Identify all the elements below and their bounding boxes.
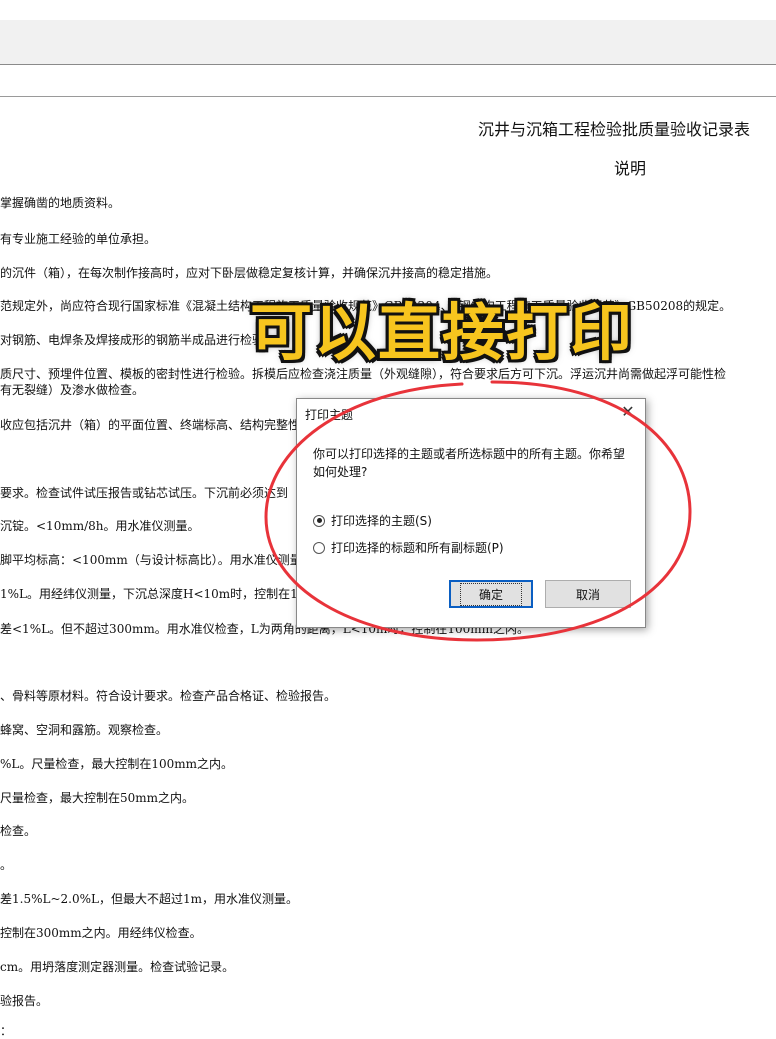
document-subtitle: 说明 <box>614 159 647 178</box>
option-print-selected-topic[interactable]: 打印选择的主题(S) <box>313 512 432 529</box>
doc-line: cm。用坍落度测定器测量。检查试验记录。 <box>0 960 235 974</box>
ok-button-label: 确定 <box>459 582 522 606</box>
doc-line: 掌握确凿的地质资料。 <box>0 196 121 210</box>
doc-line: 要求。检查试件试压报告或钻芯试压。下沉前必须达到 <box>0 486 289 500</box>
option-label: 打印选择的标题和所有副标题(P) <box>331 541 504 555</box>
doc-line: 沉锭。<10mm/8h。用水准仪测量。 <box>0 519 200 533</box>
ok-button[interactable]: 确定 <box>449 580 533 608</box>
doc-line: 有无裂缝）及渗水做检查。 <box>0 383 145 397</box>
dialog-title: 打印主题 <box>305 408 354 422</box>
viewer-toolbar <box>0 20 776 65</box>
doc-line: 尺量检查，最大控制在50mm之内。 <box>0 791 195 805</box>
option-print-heading-and-subtopics[interactable]: 打印选择的标题和所有副标题(P) <box>313 539 504 556</box>
overlay-caption: 可以直接打印 <box>250 296 635 369</box>
doc-line: 检查。 <box>0 824 37 838</box>
doc-line: ： <box>0 1024 13 1038</box>
doc-line: 收应包括沉井（箱）的平面位置、终端标高、结构完整性 <box>0 418 301 432</box>
doc-line: 的沉件（箱），在每次制作接高时，应对下卧层做稳定复核计算，并确保沉井接高的稳定措… <box>0 266 499 280</box>
close-icon[interactable]: ✕ <box>619 403 637 421</box>
doc-line: 1%L。用经纬仪测量，下沉总深度H<10m时，控制在1 <box>0 587 298 601</box>
dialog-message: 你可以打印选择的主题或者所选标题中的所有主题。你希望如何处理? <box>313 447 626 479</box>
doc-line: 、骨料等原材料。符合设计要求。检查产品合格证、检验报告。 <box>0 689 337 703</box>
doc-line: 蜂窝、空洞和露筋。观察检查。 <box>0 723 169 737</box>
doc-line: 对钢筋、电焊条及焊接成形的钢筋半成品进行检验。 <box>0 333 277 347</box>
window-top-strip <box>0 0 776 20</box>
radio-unselected-icon[interactable] <box>313 541 325 554</box>
document-title: 沉井与沉箱工程检验批质量验收记录表 <box>478 120 751 139</box>
doc-line: 脚平均标高：<100mm（与设计标高比）。用水准仪测量 <box>0 553 302 567</box>
radio-selected-icon[interactable] <box>313 514 325 527</box>
option-label: 打印选择的主题(S) <box>331 514 432 528</box>
doc-line: 控制在300mm之内。用经纬仪检查。 <box>0 926 202 940</box>
doc-line: 差1.5%L~2.0%L，但最大不超过1m，用水准仪测量。 <box>0 892 298 906</box>
cancel-button[interactable]: 取消 <box>545 580 631 608</box>
doc-line: 。 <box>0 858 13 872</box>
dialog-titlebar[interactable]: 打印主题 ✕ <box>297 399 645 427</box>
doc-line: %L。尺量检查，最大控制在100mm之内。 <box>0 757 234 771</box>
print-topics-dialog: 打印主题 ✕ 你可以打印选择的主题或者所选标题中的所有主题。你希望如何处理? 打… <box>296 398 646 628</box>
doc-line: 验报告。 <box>0 994 49 1008</box>
doc-line: 有专业施工经验的单位承担。 <box>0 232 157 246</box>
